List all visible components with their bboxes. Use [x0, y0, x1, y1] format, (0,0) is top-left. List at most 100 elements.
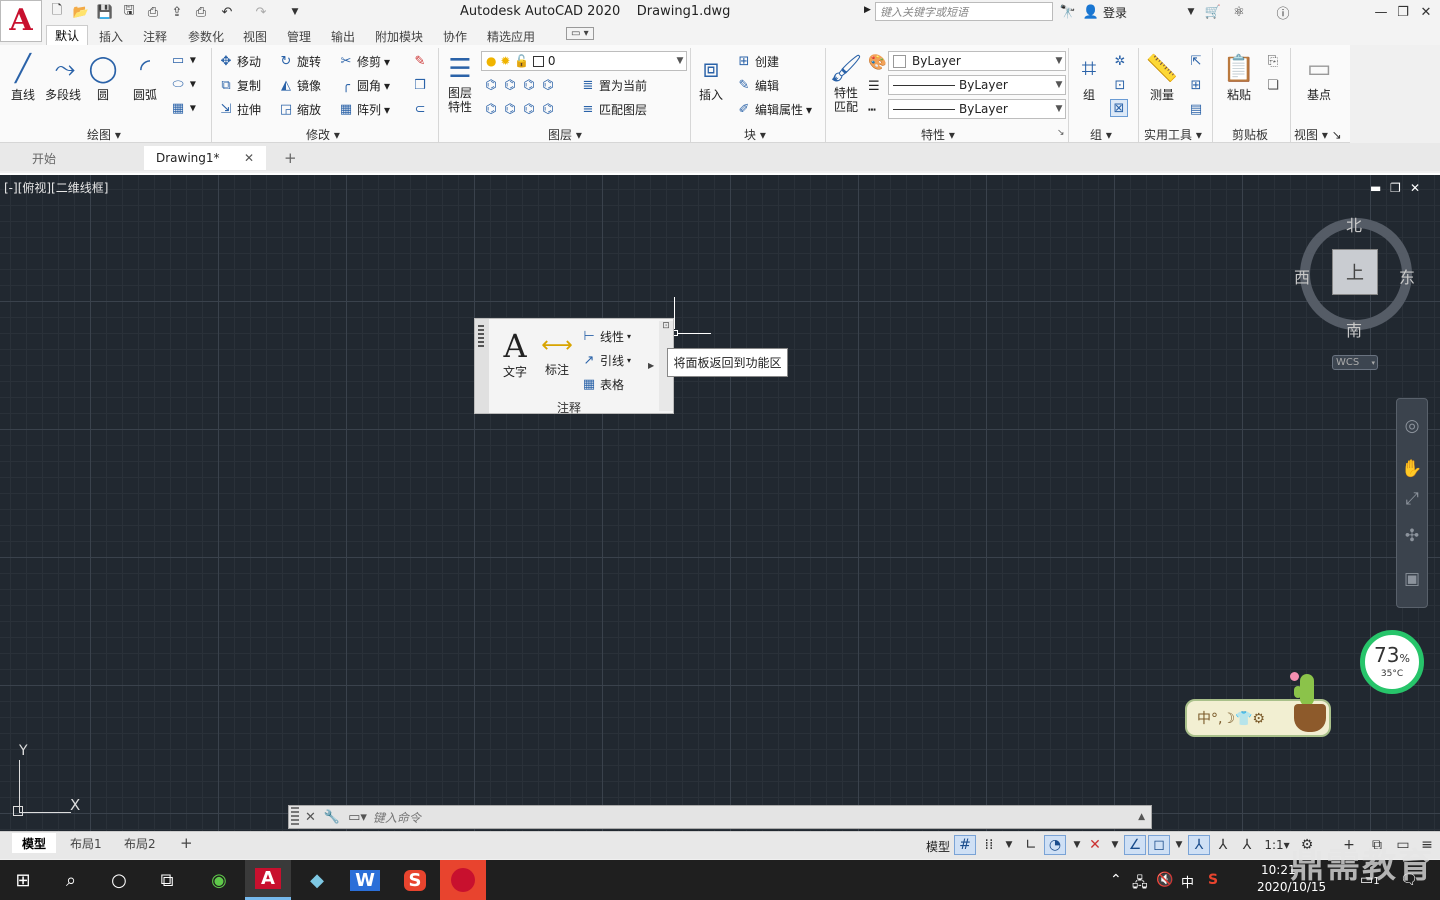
- viewport-restore-icon[interactable]: ❐: [1390, 181, 1401, 195]
- tab-default[interactable]: 默认: [46, 25, 89, 46]
- linetype-dropdown[interactable]: ByLayer ▼: [888, 75, 1066, 95]
- tab-addins[interactable]: 附加模块: [375, 28, 423, 45]
- annotation-scale-dropdown[interactable]: 1:1 ▾: [1262, 835, 1292, 855]
- rotate-tool[interactable]: ↻ 旋转: [278, 53, 321, 70]
- tab-annotate[interactable]: 注释: [143, 28, 167, 45]
- login-dropdown-icon[interactable]: ▼: [1180, 2, 1202, 22]
- close-icon[interactable]: ✕: [1415, 2, 1437, 22]
- cpu-usage-widget[interactable]: 73% 35°C: [1360, 630, 1424, 694]
- showmotion-icon[interactable]: ▣: [1400, 565, 1424, 593]
- redo-icon[interactable]: ↷: [252, 3, 270, 21]
- array-tool[interactable]: ▦ 阵列 ▾: [338, 101, 390, 118]
- compass-west[interactable]: 西: [1294, 264, 1310, 288]
- groups-panel-label[interactable]: 组 ▾: [1090, 126, 1112, 143]
- cortana-icon[interactable]: ○: [96, 860, 142, 900]
- stretch-tool[interactable]: ⇲ 拉伸: [218, 101, 261, 118]
- modify-panel-label[interactable]: 修改 ▾: [306, 126, 340, 143]
- copy-clip-icon[interactable]: ⎘: [1265, 53, 1281, 69]
- tab-drawing1[interactable]: Drawing1* ✕: [144, 146, 266, 170]
- import-icon[interactable]: ⎙: [144, 3, 162, 21]
- measure-tool[interactable]: 📏 测量: [1145, 52, 1179, 103]
- tab-output[interactable]: 输出: [331, 28, 355, 45]
- isometric-icon[interactable]: ✕: [1084, 835, 1106, 855]
- paste-tool[interactable]: 📋 粘贴: [1222, 52, 1256, 103]
- offset-icon[interactable]: ⊂: [412, 101, 428, 117]
- calculator-icon[interactable]: ▤: [1188, 101, 1204, 117]
- publish-icon[interactable]: ⇪: [168, 3, 186, 21]
- line-tool[interactable]: ╱ 直线: [6, 52, 40, 103]
- set-current-tool[interactable]: ≣ 置为当前: [580, 77, 647, 94]
- save-as-icon[interactable]: 🖫: [120, 3, 138, 21]
- edit-attribute-tool[interactable]: ✐ 编辑属性 ▾: [736, 101, 813, 118]
- viewport-controls[interactable]: [-][俯视][二维线框]: [4, 179, 108, 196]
- task-view-icon[interactable]: ⧉: [144, 860, 190, 900]
- new-file-icon[interactable]: 🗋: [48, 3, 66, 21]
- panel-expand-icon[interactable]: ▶: [648, 361, 654, 370]
- layout-tab-layout2[interactable]: 布局2: [114, 833, 166, 853]
- red-app-taskbar-icon[interactable]: [440, 860, 486, 900]
- login-button[interactable]: 登录: [1103, 4, 1127, 21]
- ime-indicator[interactable]: 中: [1181, 872, 1194, 891]
- create-block-tool[interactable]: ⊞ 创建: [736, 53, 779, 70]
- edit-block-tool[interactable]: ✎ 编辑: [736, 77, 779, 94]
- command-customize-icon[interactable]: 🔧: [324, 810, 340, 825]
- dimension-tool[interactable]: ⟷ 标注: [539, 331, 575, 378]
- view-panel-label[interactable]: 视图 ▾ ↘: [1294, 126, 1342, 143]
- layout-tab-layout1[interactable]: 布局1: [60, 833, 112, 853]
- ortho-icon[interactable]: ∟: [1020, 835, 1042, 855]
- command-grip-icon[interactable]: [291, 807, 299, 827]
- text-tool[interactable]: A 文字: [497, 329, 533, 380]
- color-dropdown[interactable]: ByLayer ▼: [888, 51, 1066, 71]
- command-close-icon[interactable]: ✕: [305, 810, 316, 825]
- sogou-tray-icon[interactable]: S: [1208, 872, 1218, 888]
- fillet-tool[interactable]: ╭ 圆角 ▾: [338, 77, 390, 94]
- object-snap-tracking-icon[interactable]: ∠: [1124, 835, 1146, 855]
- undo-icon[interactable]: ↶: [218, 3, 236, 21]
- restore-icon[interactable]: ❐: [1392, 2, 1414, 22]
- orbit-icon[interactable]: ✣: [1400, 522, 1424, 550]
- insert-block-tool[interactable]: ⧈ 插入: [694, 52, 728, 103]
- wcs-menu[interactable]: WCS ▾: [1332, 355, 1378, 370]
- properties-panel-label[interactable]: 特性 ▾: [921, 126, 955, 143]
- command-input[interactable]: 键入命令: [373, 809, 421, 826]
- lineweight-dropdown[interactable]: ByLayer ▼: [888, 99, 1066, 119]
- tab-manage[interactable]: 管理: [287, 28, 311, 45]
- object-snap-dropdown-icon[interactable]: ▼: [1168, 835, 1190, 855]
- match-layer-tool[interactable]: ≡ 匹配图层: [580, 101, 647, 118]
- viewcube-face-top[interactable]: 上: [1332, 249, 1378, 295]
- group-selection-icon[interactable]: ⊠: [1110, 99, 1128, 117]
- minimize-icon[interactable]: —: [1370, 2, 1392, 22]
- layer-tools-row1[interactable]: ⌬ ⌬ ⌬ ⌬: [483, 77, 556, 93]
- windows-start-icon[interactable]: ⊞: [0, 860, 46, 900]
- explode-icon[interactable]: ❒: [412, 77, 428, 93]
- compass-east[interactable]: 东: [1399, 264, 1415, 288]
- mirror-tool[interactable]: ◭ 镜像: [278, 77, 321, 94]
- help-icon[interactable]: ⓘ: [1272, 2, 1294, 22]
- table-tool[interactable]: ▦ 表格: [581, 376, 624, 393]
- search-expand-icon[interactable]: ▶: [864, 5, 871, 15]
- tab-start[interactable]: 开始: [20, 146, 144, 170]
- close-tab-icon[interactable]: ✕: [244, 151, 254, 165]
- volume-muted-icon[interactable]: 🔇: [1156, 872, 1173, 888]
- user-icon[interactable]: 👤: [1080, 2, 1102, 22]
- snap-icon[interactable]: ⁞⁞: [978, 835, 1000, 855]
- quick-select-icon[interactable]: ⇱: [1188, 53, 1204, 69]
- copy-tool[interactable]: ⧉ 复制: [218, 77, 261, 94]
- rectangle-icon[interactable]: ▭ ▾: [170, 52, 196, 68]
- annotation-scale-icon[interactable]: ⅄: [1236, 835, 1258, 855]
- annotation-visibility-icon[interactable]: ⅄: [1188, 835, 1210, 855]
- polyline-tool[interactable]: ⤳ 多段线: [44, 52, 82, 103]
- grid-icon[interactable]: #: [954, 835, 976, 855]
- search-input[interactable]: 键入关键字或短语: [875, 2, 1053, 21]
- return-panel-icon[interactable]: ⊡: [659, 321, 673, 331]
- layer-properties-tool[interactable]: ☰ 图层 特性: [443, 52, 477, 114]
- tab-featured-apps[interactable]: 精选应用: [487, 28, 535, 45]
- application-menu-button[interactable]: A: [0, 0, 42, 42]
- add-layout-icon[interactable]: +: [170, 833, 203, 853]
- new-tab-icon[interactable]: +: [272, 146, 309, 170]
- copy-with-base-icon[interactable]: ❏: [1265, 77, 1281, 93]
- cart-icon[interactable]: 🛒: [1202, 2, 1224, 22]
- wps-taskbar-icon[interactable]: W: [342, 860, 388, 900]
- search-icon[interactable]: ⌕: [48, 860, 94, 900]
- object-snap-icon[interactable]: ◻: [1148, 835, 1170, 855]
